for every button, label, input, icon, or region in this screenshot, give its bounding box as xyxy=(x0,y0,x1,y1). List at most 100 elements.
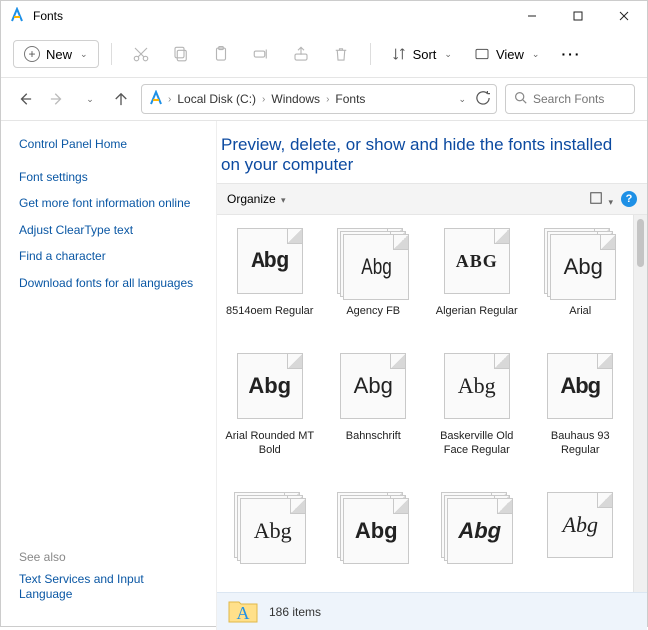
font-sample: Abg xyxy=(563,512,598,538)
font-item[interactable]: Abg Baskerville Old Face Regular xyxy=(428,350,526,481)
font-item[interactable]: Abg Bauhaus 93 Regular xyxy=(532,350,630,481)
cut-icon[interactable] xyxy=(124,37,158,71)
address-row: ⌄ › Local Disk (C:) › Windows › Fonts ⌄ xyxy=(1,78,647,120)
delete-icon[interactable] xyxy=(324,37,358,71)
view-label: View xyxy=(496,47,524,62)
font-thumbnail: Abg xyxy=(544,489,616,561)
help-icon[interactable]: ? xyxy=(621,191,637,207)
breadcrumb[interactable]: Windows xyxy=(269,90,322,108)
font-item[interactable]: Abg xyxy=(428,489,526,592)
recent-button[interactable]: ⌄ xyxy=(77,87,101,111)
sidebar-find-char[interactable]: Find a character xyxy=(19,249,198,265)
font-name: 8514oem Regular xyxy=(226,305,313,319)
font-item[interactable]: Abg Arial xyxy=(532,225,630,342)
search-box[interactable] xyxy=(505,84,635,114)
forward-button[interactable] xyxy=(45,87,69,111)
maximize-button[interactable] xyxy=(555,1,601,31)
chevron-down-icon: ⌄ xyxy=(80,49,88,60)
fonts-app-icon xyxy=(9,7,25,26)
font-name: Algerian Regular xyxy=(436,305,518,319)
sort-button[interactable]: Sort ⌄ xyxy=(383,41,460,67)
refresh-icon[interactable] xyxy=(476,91,490,108)
font-item[interactable]: Abg xyxy=(221,489,319,592)
font-name: Agency FB xyxy=(346,305,400,319)
copy-icon[interactable] xyxy=(164,37,198,71)
font-item[interactable]: Abg 8514oem Regular xyxy=(221,225,319,342)
breadcrumb[interactable]: Local Disk (C:) xyxy=(175,90,258,108)
minimize-button[interactable] xyxy=(509,1,555,31)
new-button[interactable]: + New ⌄ xyxy=(13,40,99,68)
sidebar-text-services[interactable]: Text Services and Input Language xyxy=(19,572,198,603)
font-thumbnail: Abg xyxy=(441,489,513,561)
font-thumbnail: Abg xyxy=(544,225,616,297)
font-sample: Abg xyxy=(254,518,292,544)
font-sample: Abg xyxy=(354,373,393,399)
font-thumbnail: Abg xyxy=(441,350,513,422)
view-button[interactable]: View ⌄ xyxy=(466,41,548,67)
chevron-down-icon[interactable]: ⌄ xyxy=(458,94,466,105)
window-title: Fonts xyxy=(33,9,63,23)
sort-label: Sort xyxy=(413,47,437,62)
font-sample: Abg xyxy=(355,518,398,544)
sidebar-download[interactable]: Download fonts for all languages xyxy=(19,276,198,292)
scrollbar[interactable] xyxy=(633,215,647,592)
chevron-right-icon: › xyxy=(326,94,329,105)
font-sample: Abg xyxy=(248,373,291,399)
font-thumbnail: Abg xyxy=(234,350,306,422)
rename-icon[interactable] xyxy=(244,37,278,71)
font-sample: Abg xyxy=(458,373,496,399)
new-label: New xyxy=(46,47,72,62)
font-item[interactable]: Abg Bahnschrift xyxy=(325,350,423,481)
chevron-right-icon: › xyxy=(262,94,265,105)
organize-button[interactable]: Organize ▾ xyxy=(227,192,286,206)
title-bar: Fonts xyxy=(1,1,647,31)
font-thumbnail: Abg xyxy=(337,225,409,297)
status-bar: A 186 items xyxy=(217,592,647,630)
font-item[interactable]: Abg Agency FB xyxy=(325,225,423,342)
sidebar-get-more[interactable]: Get more font information online xyxy=(19,196,198,212)
chevron-down-icon: ▾ xyxy=(608,197,613,207)
font-sample: Abg xyxy=(564,254,603,280)
search-input[interactable] xyxy=(533,92,626,106)
font-item[interactable]: Abg xyxy=(325,489,423,592)
close-button[interactable] xyxy=(601,1,647,31)
share-icon[interactable] xyxy=(284,37,318,71)
font-sample: Abg xyxy=(361,254,392,280)
paste-icon[interactable] xyxy=(204,37,238,71)
main-panel: Preview, delete, or show and hide the fo… xyxy=(216,121,647,630)
sort-icon xyxy=(391,46,407,62)
organize-bar: Organize ▾ ▾ ? xyxy=(217,183,647,215)
font-sample: Abg xyxy=(560,373,600,399)
folder-fonts-icon xyxy=(148,90,164,109)
chevron-down-icon: ⌄ xyxy=(444,49,452,60)
view-mode-button[interactable]: ▾ xyxy=(589,191,613,208)
view-icon xyxy=(474,46,490,62)
address-bar[interactable]: › Local Disk (C:) › Windows › Fonts ⌄ xyxy=(141,84,497,114)
font-item[interactable]: Abg xyxy=(532,489,630,592)
font-item[interactable]: ABG Algerian Regular xyxy=(428,225,526,342)
font-thumbnail: ABG xyxy=(441,225,513,297)
font-thumbnail: Abg xyxy=(337,489,409,561)
more-button[interactable]: ··· xyxy=(553,41,589,67)
back-button[interactable] xyxy=(13,87,37,111)
svg-text:A: A xyxy=(237,603,250,623)
sidebar: Control Panel Home Font settings Get mor… xyxy=(1,121,216,630)
sidebar-cleartype[interactable]: Adjust ClearType text xyxy=(19,223,198,239)
font-thumbnail: Abg xyxy=(234,489,306,561)
font-item[interactable]: AbgArial Rounded MT Bold xyxy=(221,350,319,481)
font-name: Arial xyxy=(569,305,591,319)
fonts-folder-icon: A xyxy=(227,594,259,629)
font-name: Baskerville Old Face Regular xyxy=(432,430,522,458)
sidebar-font-settings[interactable]: Font settings xyxy=(19,170,198,186)
sidebar-cp-home[interactable]: Control Panel Home xyxy=(19,137,198,153)
scrollbar-thumb[interactable] xyxy=(637,219,644,267)
up-button[interactable] xyxy=(109,87,133,111)
font-name: Bauhaus 93 Regular xyxy=(535,430,625,458)
chevron-down-icon: ⌄ xyxy=(532,49,540,60)
search-icon xyxy=(514,91,527,107)
page-title: Preview, delete, or show and hide the fo… xyxy=(217,121,647,183)
item-count: 186 items xyxy=(269,605,321,619)
breadcrumb[interactable]: Fonts xyxy=(333,90,367,108)
font-sample: Abg xyxy=(251,249,288,274)
font-name: Bahnschrift xyxy=(346,430,401,444)
